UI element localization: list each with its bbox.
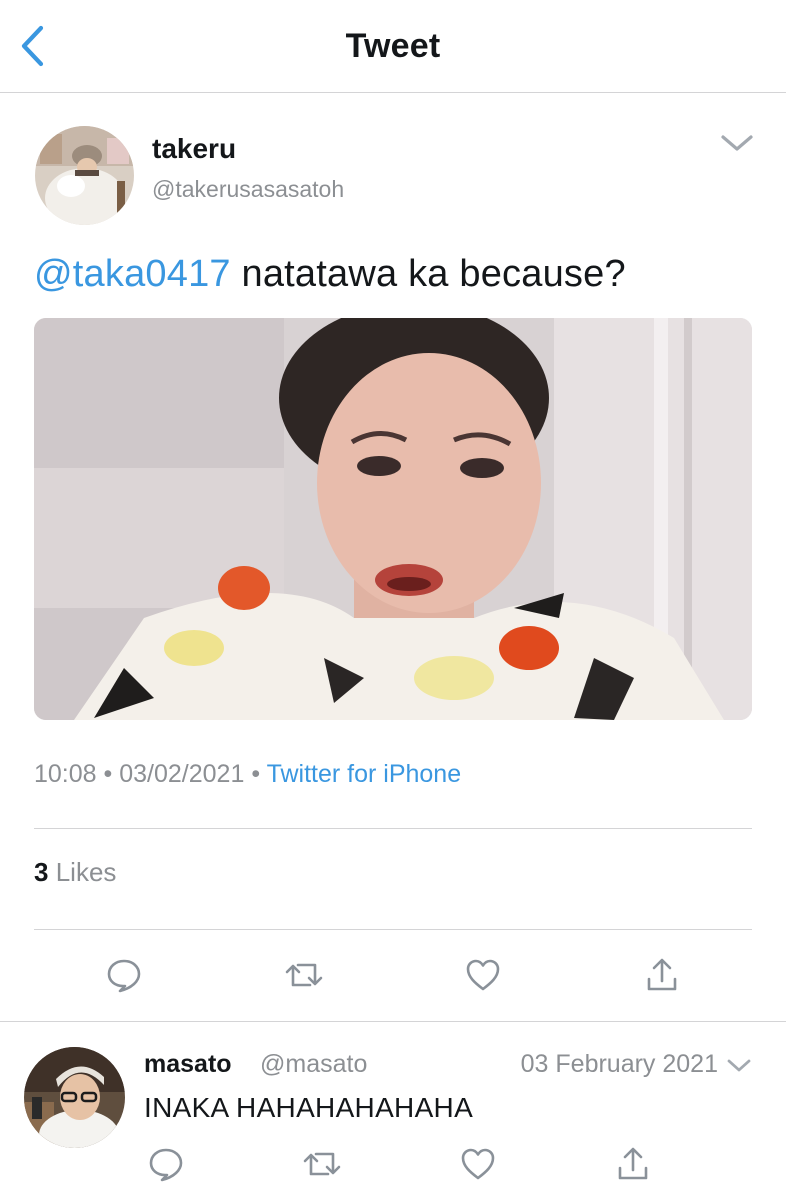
divider: [0, 1021, 786, 1022]
likes-count[interactable]: 3 Likes: [34, 857, 116, 888]
tweet-text: @taka0417 natatawa ka because?: [34, 250, 626, 298]
separator: •: [251, 760, 261, 788]
mention-link[interactable]: @taka0417: [34, 253, 231, 295]
chevron-down-icon: [721, 135, 753, 151]
share-icon: [618, 1147, 648, 1180]
heart-icon: [466, 959, 500, 991]
separator: •: [103, 760, 113, 788]
reply-button[interactable]: [102, 953, 146, 997]
retweet-icon: [285, 963, 323, 987]
retweet-icon: [303, 1152, 341, 1176]
tweet-source-link[interactable]: Twitter for iPhone: [267, 760, 462, 788]
reply-options-button[interactable]: [722, 1050, 756, 1082]
author-name[interactable]: takeru: [152, 133, 236, 165]
divider: [34, 828, 752, 829]
chevron-down-icon: [727, 1059, 751, 1072]
reply-icon: [107, 959, 141, 993]
reply-author-name[interactable]: masato: [144, 1050, 232, 1079]
retweet-button[interactable]: [282, 953, 326, 997]
tweet-time: 10:08: [34, 760, 97, 788]
reply-like-button[interactable]: [456, 1142, 500, 1186]
tweet-media-image[interactable]: [34, 318, 752, 720]
divider: [34, 929, 752, 930]
likes-number: 3: [34, 857, 49, 887]
reply-reply-button[interactable]: [144, 1142, 188, 1186]
like-button[interactable]: [461, 953, 505, 997]
tweet-timestamp: 10:08 • 03/02/2021 • Twitter for iPhone: [34, 760, 461, 789]
likes-label: Likes: [55, 857, 117, 887]
share-icon: [647, 958, 677, 991]
reply-author-avatar[interactable]: [24, 1047, 125, 1148]
share-button[interactable]: [640, 953, 684, 997]
top-nav-bar: Tweet: [0, 0, 786, 93]
reply-date: 03 February 2021: [520, 1050, 718, 1078]
reply-retweet-button[interactable]: [300, 1142, 344, 1186]
tweet-options-button[interactable]: [717, 128, 757, 158]
reply-share-button[interactable]: [611, 1142, 655, 1186]
heart-icon: [461, 1148, 495, 1180]
reply-text: INAKA HAHAHAHAHAHA: [144, 1092, 474, 1123]
page-title: Tweet: [345, 27, 441, 65]
reply-icon: [149, 1148, 183, 1182]
author-handle[interactable]: @takerusasasatoh: [152, 176, 344, 203]
tweet-date: 03/02/2021: [119, 760, 245, 788]
tweet-body: natatawa ka because?: [230, 253, 626, 295]
reply-author-handle[interactable]: @masato: [260, 1050, 367, 1079]
author-avatar[interactable]: [35, 126, 134, 225]
